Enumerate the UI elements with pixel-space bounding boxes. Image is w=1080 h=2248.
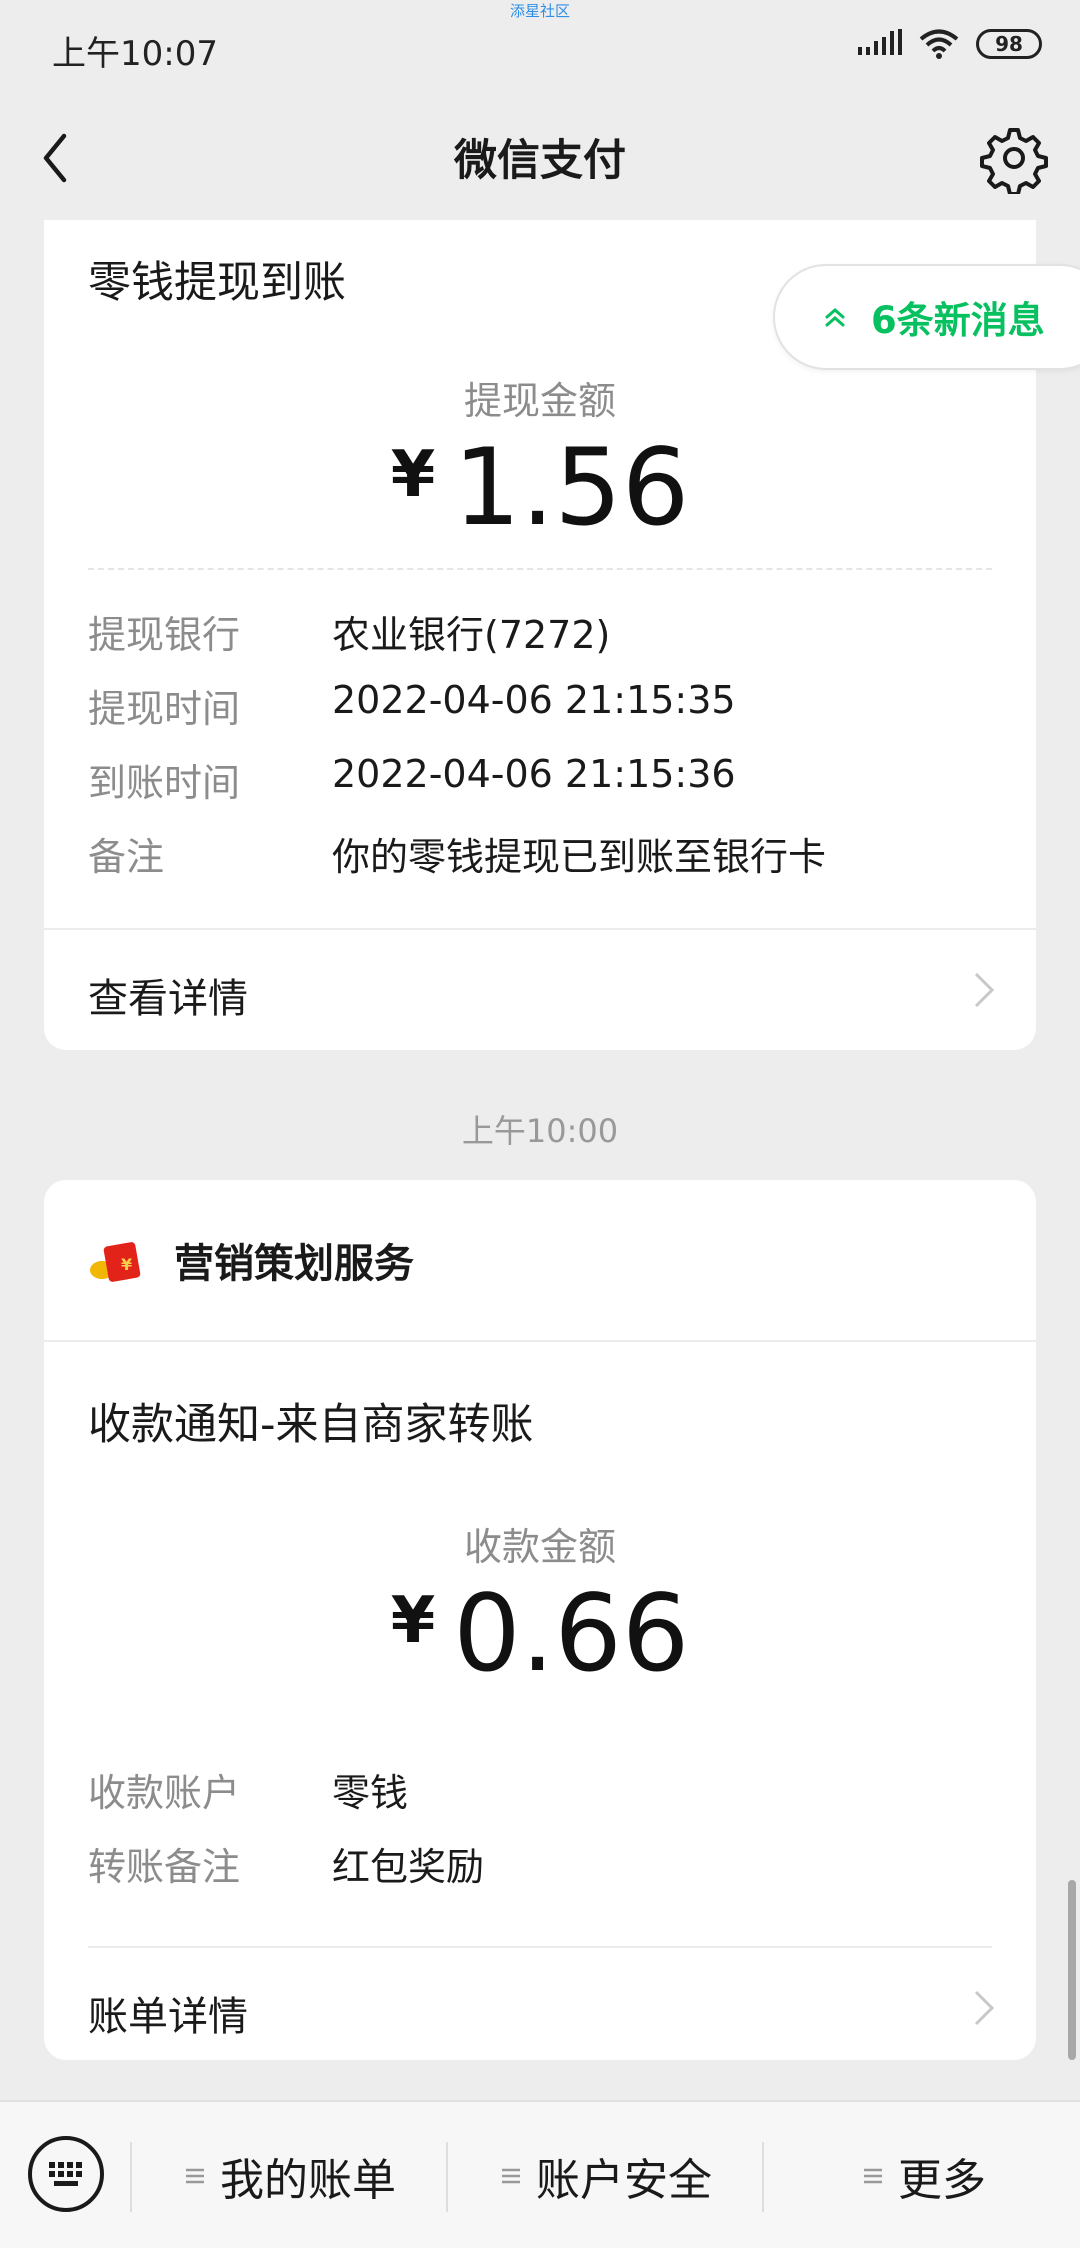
- detail-row-note: 备注 你的零钱提现已到账至银行卡: [88, 826, 992, 886]
- detail-key: 提现银行: [88, 613, 241, 657]
- red-packet-icon: ¥: [90, 1242, 141, 1282]
- keyboard-icon: [49, 2162, 82, 2186]
- menu-my-bills[interactable]: 我的账单: [184, 2146, 396, 2206]
- new-messages-label: 6条新消息: [871, 299, 1045, 342]
- menu-separator: [446, 2142, 448, 2212]
- gear-icon[interactable]: [978, 122, 1050, 194]
- detail-row-arrival-time: 到账时间 2022-04-06 21:15:36: [88, 752, 992, 812]
- menu-more[interactable]: 更多: [862, 2146, 986, 2206]
- bottom-menu-bar: 我的账单 账户安全 更多: [0, 2100, 1080, 2248]
- menu-separator: [130, 2142, 132, 2212]
- detail-row-transfer-note: 转账备注 红包奖励: [88, 1836, 992, 1896]
- currency-symbol: ¥: [390, 1584, 436, 1658]
- card-title: 收款通知-来自商家转账: [88, 1400, 534, 1450]
- keyboard-toggle-button[interactable]: [28, 2136, 104, 2212]
- view-details-label: 查看详情: [88, 976, 248, 1022]
- status-bar: 添星社区 上午10:07 98: [0, 0, 1080, 96]
- menu-lines-icon: [502, 2168, 520, 2184]
- menu-lines-icon: [186, 2168, 204, 2184]
- amount-label: 提现金额: [463, 379, 616, 423]
- svg-text:¥: ¥: [121, 1255, 132, 1274]
- menu-separator: [762, 2142, 764, 2212]
- menu-label: 更多: [898, 2155, 986, 2206]
- detail-key: 备注: [88, 835, 165, 879]
- amount-value: ¥1.56: [44, 426, 1036, 549]
- detail-value: 2022-04-06 21:15:35: [332, 678, 736, 722]
- currency-symbol: ¥: [390, 438, 436, 512]
- bill-details-link[interactable]: 账单详情: [44, 1948, 1036, 2060]
- chevron-right-icon: [974, 1990, 995, 2026]
- status-icons: 98: [858, 28, 1042, 60]
- detail-value: 红包奖励: [332, 1845, 485, 1889]
- battery-indicator: 98: [976, 29, 1042, 59]
- card-divider: [44, 1340, 1036, 1342]
- chevron-right-icon: [974, 972, 995, 1008]
- amount-number: 1.56: [453, 426, 690, 549]
- detail-value: 零钱: [332, 1771, 409, 1815]
- time-separator: 上午10:00: [461, 1112, 619, 1150]
- merchant-header[interactable]: ¥ 营销策划服务: [88, 1220, 414, 1300]
- payment-received-card: ¥ 营销策划服务 收款通知-来自商家转账 收款金额 ¥0.66 收款账户 零钱 …: [44, 1180, 1036, 2060]
- detail-row-account: 收款账户 零钱: [88, 1762, 992, 1822]
- amount-label: 收款金额: [463, 1525, 616, 1569]
- merchant-name: 营销策划服务: [174, 1241, 414, 1287]
- detail-key: 到账时间: [88, 761, 241, 805]
- menu-label: 账户安全: [536, 2155, 712, 2206]
- signal-icon: [858, 29, 902, 55]
- detail-row-withdraw-time: 提现时间 2022-04-06 21:15:35: [88, 678, 992, 738]
- detail-value: 2022-04-06 21:15:36: [332, 752, 736, 796]
- dashed-divider: [88, 568, 992, 570]
- nav-bar: 微信支付: [0, 96, 1080, 220]
- double-chevron-up-icon: [825, 308, 845, 327]
- scrollbar[interactable]: [1068, 1880, 1076, 2060]
- menu-lines-icon: [864, 2168, 882, 2184]
- status-time: 上午10:07: [52, 34, 218, 74]
- detail-value: 农业银行(7272): [332, 613, 611, 657]
- wifi-icon: [919, 29, 959, 59]
- page-title: 微信支付: [454, 136, 626, 186]
- detail-key: 提现时间: [88, 687, 241, 731]
- amount-value: ¥0.66: [44, 1572, 1036, 1695]
- detail-row-bank: 提现银行 农业银行(7272): [88, 604, 992, 664]
- detail-value: 你的零钱提现已到账至银行卡: [332, 835, 827, 879]
- bill-details-label: 账单详情: [88, 1994, 248, 2040]
- new-messages-pill[interactable]: 6条新消息: [773, 264, 1080, 370]
- message-list[interactable]: 零钱提现到账 提现金额 ¥1.56 提现银行 农业银行(7272) 提现时间 2…: [0, 220, 1080, 2100]
- view-details-link[interactable]: 查看详情: [44, 930, 1036, 1050]
- amount-number: 0.66: [453, 1572, 690, 1695]
- menu-account-security[interactable]: 账户安全: [500, 2146, 712, 2206]
- card-title: 零钱提现到账: [88, 258, 346, 308]
- detail-key: 收款账户: [88, 1771, 241, 1815]
- detail-key: 转账备注: [88, 1845, 241, 1889]
- menu-label: 我的账单: [220, 2155, 396, 2206]
- watermark-text: 添星社区: [509, 2, 570, 20]
